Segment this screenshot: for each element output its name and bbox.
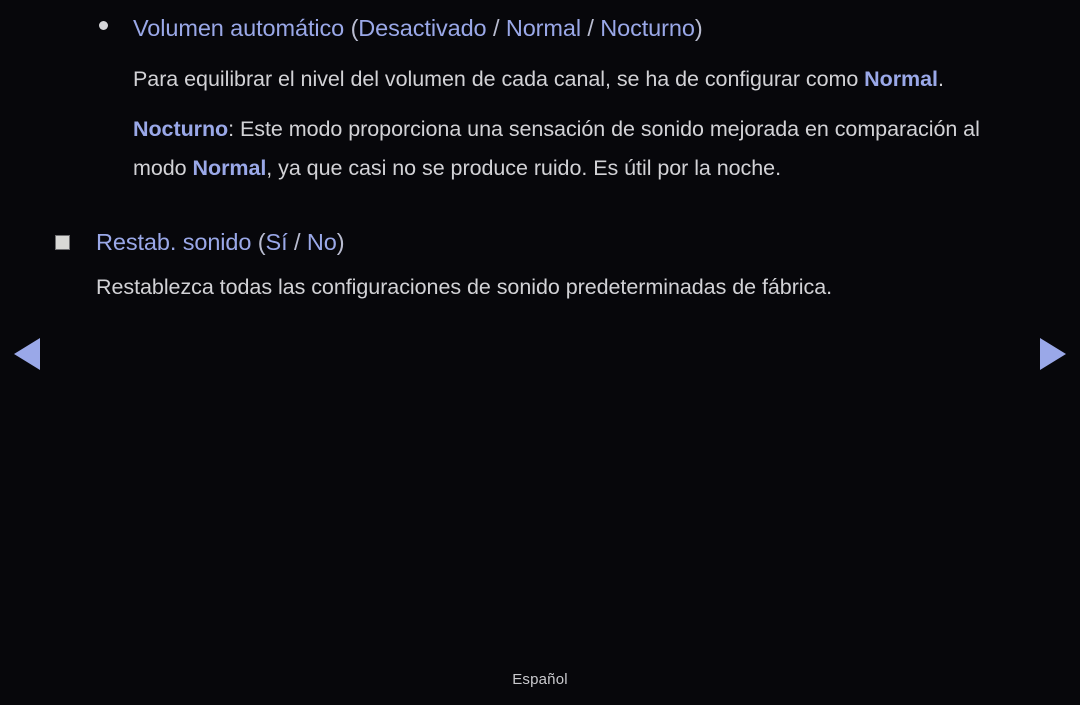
section-title-separator: / bbox=[287, 229, 307, 255]
section-title-name: Restab. sonido bbox=[96, 229, 252, 255]
entry-title-close-paren: ) bbox=[694, 15, 703, 41]
entry-title-separator-2: / bbox=[580, 15, 601, 41]
entry-option-desactivado[interactable]: Desactivado bbox=[358, 15, 486, 41]
section-description: Restablezca todas las configuraciones de… bbox=[96, 275, 833, 299]
entry-option-normal[interactable]: Normal bbox=[506, 15, 581, 41]
paragraph-1-keyword-normal: Normal bbox=[864, 67, 938, 91]
entry-title: Volumen automático (Desactivado / Normal… bbox=[133, 0, 1020, 43]
entry-title-name: Volumen automático bbox=[133, 15, 345, 41]
paragraph-2-text-2: , ya que casi no se produce ruido. Es út… bbox=[266, 156, 781, 180]
triangle-left-icon[interactable] bbox=[14, 338, 40, 370]
paragraph-2-keyword-normal: Normal bbox=[192, 156, 267, 180]
section-option-no[interactable]: No bbox=[307, 229, 337, 255]
footer-language-label: Español bbox=[512, 671, 568, 688]
triangle-right-icon[interactable] bbox=[1040, 338, 1066, 370]
section-title-close-paren: ) bbox=[336, 229, 345, 255]
entry-title-separator-1: / bbox=[486, 15, 506, 41]
content-area: Volumen automático (Desactivado / Normal… bbox=[0, 0, 1080, 302]
paragraph-1-text-after: . bbox=[937, 67, 944, 91]
entry-paragraph-1: Para equilibrar el nivel del volumen de … bbox=[133, 60, 1020, 99]
dot-bullet-icon bbox=[99, 21, 108, 30]
section-option-si[interactable]: Sí bbox=[266, 229, 288, 255]
section-title: Restab. sonido (Sí / No) bbox=[96, 227, 1020, 257]
square-bullet-icon bbox=[55, 235, 70, 250]
setting-entry-volumen-automatico: Volumen automático (Desactivado / Normal… bbox=[0, 0, 1080, 188]
section-title-open-paren: ( bbox=[251, 229, 266, 255]
entry-option-nocturno[interactable]: Nocturno bbox=[600, 15, 695, 41]
entry-paragraph-2: Nocturno: Este modo proporciona una sens… bbox=[133, 110, 1020, 188]
paragraph-2-keyword-nocturno: Nocturno bbox=[133, 117, 229, 141]
entry-title-open-paren: ( bbox=[344, 15, 359, 41]
setting-entry-restab-sonido: Restab. sonido (Sí / No) Restablezca tod… bbox=[0, 227, 1080, 302]
help-screen: Volumen automático (Desactivado / Normal… bbox=[0, 0, 1080, 705]
paragraph-1-text-before: Para equilibrar el nivel del volumen de … bbox=[133, 67, 865, 91]
